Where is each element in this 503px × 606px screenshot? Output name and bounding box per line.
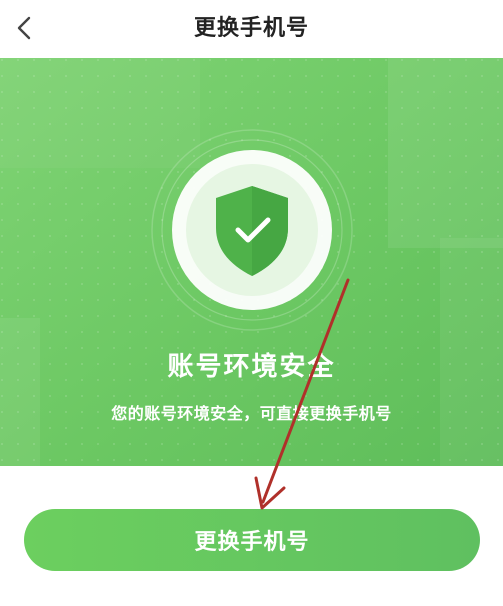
security-status-banner: 账号环境安全 您的账号环境安全，可直接更换手机号	[0, 58, 503, 466]
status-title: 账号环境安全	[167, 352, 336, 382]
change-phone-button[interactable]: 更换手机号	[24, 509, 480, 571]
top-bar: 更换手机号	[0, 0, 503, 58]
shield-badge	[151, 129, 353, 331]
page-title: 更换手机号	[193, 16, 309, 41]
status-description: 您的账号环境安全，可直接更换手机号	[111, 404, 392, 423]
